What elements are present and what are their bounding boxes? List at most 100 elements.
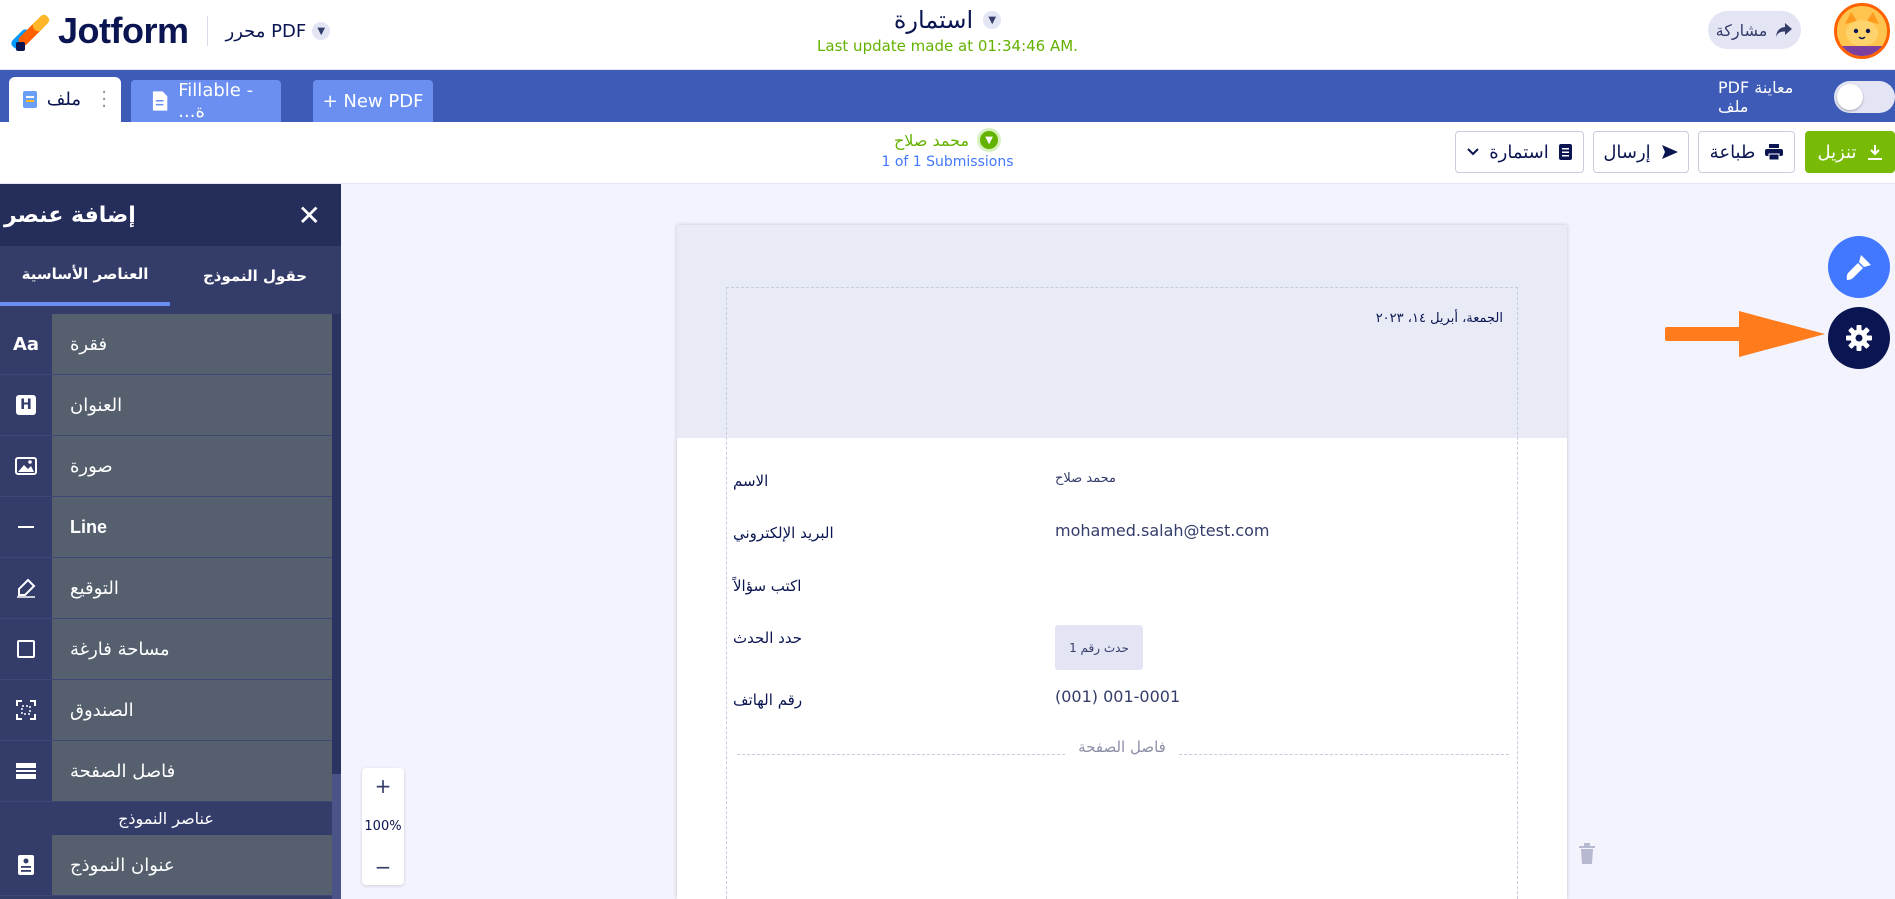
- form-title-dropdown[interactable]: استمارة ▼: [893, 6, 1002, 34]
- element-label: العنوان: [52, 375, 332, 435]
- download-button[interactable]: تنزيل: [1805, 131, 1895, 173]
- print-button[interactable]: طباعة: [1698, 131, 1795, 173]
- form-title-block: استمارة ▼ Last update made at 01:34:46 A…: [0, 6, 1895, 55]
- form-select-button[interactable]: استمارة: [1455, 131, 1584, 173]
- element-label: عنوان النموذج: [52, 835, 332, 895]
- submitter-name: محمد صلاح: [893, 130, 970, 150]
- page-break-label[interactable]: فاصل الصفحة: [1077, 737, 1167, 757]
- kebab-menu-icon[interactable]: · · ·: [101, 84, 107, 116]
- avatar-cat-icon: [1837, 6, 1887, 56]
- submission-date[interactable]: الجمعة، أبريل ١٤، ٢٠٢٣: [1376, 311, 1503, 326]
- square-icon: [0, 619, 52, 679]
- page-break-line-right: [1179, 754, 1509, 755]
- pdf-preview-label: PDF معاينة ملف: [1718, 78, 1794, 116]
- orange-arrow-annotation: [1665, 311, 1825, 357]
- element-label: فقرة: [52, 314, 332, 374]
- printer-icon: [1765, 144, 1784, 160]
- zoom-in-button[interactable]: +: [375, 774, 392, 798]
- element-label: الصندوق: [52, 680, 332, 740]
- element-box[interactable]: الصندوق: [0, 680, 332, 741]
- element-spacer[interactable]: مساحة فارغة: [0, 619, 332, 680]
- image-icon: [0, 436, 52, 496]
- chevron-down-icon: ▼: [977, 128, 1002, 152]
- toggle-knob: [1836, 84, 1863, 110]
- add-element-panel: إضافة عنصر ✕ العناصر الأساسية حقول النمو…: [0, 184, 341, 899]
- element-label: التوقيع: [52, 558, 332, 618]
- tab-basic-elements[interactable]: العناصر الأساسية: [0, 246, 170, 306]
- file-doc-icon: [22, 91, 37, 108]
- heading-icon: H: [0, 375, 52, 435]
- form-select-label: استمارة: [1489, 141, 1549, 163]
- form-title-icon: [0, 835, 52, 895]
- panel-title: إضافة عنصر: [4, 202, 136, 228]
- element-heading[interactable]: H العنوان: [0, 375, 332, 436]
- panel-scrollbar-thumb[interactable]: [332, 774, 341, 899]
- document-icon: [152, 91, 168, 111]
- zoom-out-button[interactable]: −: [375, 855, 392, 879]
- zoom-control: + 100% −: [362, 768, 404, 885]
- element-list: Aa فقرة H العنوان صورة Line التوقيع مساح…: [0, 314, 332, 896]
- chevron-down-icon: ▼: [983, 11, 1002, 29]
- submitter-dropdown[interactable]: محمد صلاح ▼: [893, 128, 1002, 152]
- trash-icon[interactable]: [1578, 843, 1596, 865]
- zoom-level: 100%: [364, 819, 402, 834]
- element-image[interactable]: صورة: [0, 436, 332, 497]
- panel-tabs: العناصر الأساسية حقول النموذج: [0, 246, 341, 306]
- field-label-phone[interactable]: رقم الهاتف: [733, 691, 802, 709]
- panel-header: إضافة عنصر ✕: [0, 184, 341, 246]
- line-icon: [0, 497, 52, 557]
- pen-icon: [0, 558, 52, 618]
- share-icon: [1776, 23, 1793, 37]
- share-button[interactable]: مشاركة: [1708, 11, 1801, 49]
- form-doc-icon: [1558, 144, 1572, 160]
- share-label: مشاركة: [1715, 20, 1768, 40]
- page-break-line-left: [737, 754, 1065, 755]
- tab-form-fields[interactable]: حقول النموذج: [170, 246, 340, 306]
- chevron-down-icon: [1467, 148, 1479, 156]
- field-label-name[interactable]: الاسم: [733, 472, 768, 490]
- download-icon: [1867, 145, 1882, 160]
- tab-fillable-label: Fillable - ...ة: [178, 80, 254, 122]
- send-button[interactable]: إرسال: [1593, 131, 1689, 173]
- element-label: مساحة فارغة: [52, 619, 332, 679]
- element-line[interactable]: Line: [0, 497, 332, 558]
- element-label: صورة: [52, 436, 332, 496]
- element-label: Line: [52, 497, 332, 557]
- document-tab-bar: ملف · · · Fillable - ...ة + New PDF PDF مع…: [0, 70, 1895, 122]
- print-label: طباعة: [1709, 141, 1756, 163]
- page-break-icon: [0, 741, 52, 801]
- box-select-icon: [0, 680, 52, 740]
- element-signature[interactable]: التوقيع: [0, 558, 332, 619]
- send-label: إرسال: [1603, 141, 1651, 163]
- design-brush-button[interactable]: [1828, 236, 1890, 298]
- settings-button[interactable]: [1828, 307, 1890, 369]
- form-title: استمارة: [893, 6, 974, 34]
- field-label-event[interactable]: حدد الحدث: [733, 629, 802, 647]
- send-icon: [1661, 145, 1678, 159]
- user-avatar[interactable]: [1834, 3, 1890, 59]
- field-value-event[interactable]: حدث رقم 1: [1055, 625, 1143, 670]
- element-page-break[interactable]: فاصل الصفحة: [0, 741, 332, 802]
- field-value-name[interactable]: محمد صلاح: [1055, 471, 1116, 486]
- field-value-email[interactable]: mohamed.salah@test.com: [1055, 521, 1270, 540]
- field-value-phone[interactable]: (001) 001-0001: [1055, 687, 1180, 706]
- tab-file[interactable]: ملف · · ·: [9, 77, 121, 122]
- new-pdf-button[interactable]: + New PDF: [313, 80, 433, 122]
- paint-brush-icon: [1846, 255, 1871, 280]
- action-toolbar: محمد صلاح ▼ 1 of 1 Submissions استمارة إ…: [0, 122, 1895, 184]
- form-elements-section-label: عناصر النموذج: [0, 802, 332, 835]
- last-update-text: Last update made at 01:34:46 AM.: [817, 37, 1078, 55]
- element-label: فاصل الصفحة: [52, 741, 332, 801]
- field-label-email[interactable]: البريد الإلكتروني: [733, 524, 834, 542]
- element-form-title[interactable]: عنوان النموذج: [0, 835, 332, 896]
- page-content-area[interactable]: [726, 287, 1518, 899]
- tab-fillable[interactable]: Fillable - ...ة: [131, 80, 281, 122]
- pdf-preview-toggle[interactable]: [1833, 81, 1895, 113]
- text-aa-icon: Aa: [0, 314, 52, 374]
- close-icon[interactable]: ✕: [298, 199, 321, 232]
- download-label: تنزيل: [1817, 141, 1857, 163]
- element-paragraph[interactable]: Aa فقرة: [0, 314, 332, 375]
- field-label-question[interactable]: اكتب سؤالاً: [733, 577, 801, 595]
- tab-file-label: ملف: [46, 89, 81, 110]
- pdf-preview-control[interactable]: PDF معاينة ملف: [1718, 78, 1895, 116]
